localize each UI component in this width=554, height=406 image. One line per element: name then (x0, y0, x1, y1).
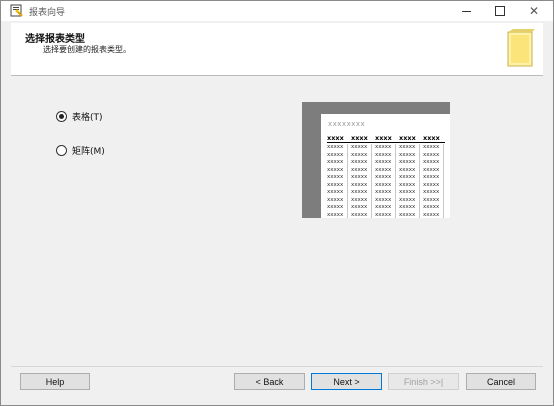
preview-cell: xxxxx (423, 174, 444, 182)
preview-cell: xxxxx (399, 181, 420, 189)
preview-cell: xxxxx (327, 181, 348, 189)
minimize-icon (461, 10, 471, 12)
preview-cell: xxxxx (399, 151, 420, 159)
report-wizard-window: 报表向导 ✕ 选择报表类型 选择要创建的报表类型。 表格(T) 矩阵(M) xx… (0, 0, 554, 406)
preview-cell: xxxxx (399, 159, 420, 167)
preview-row: xxxxx xxxxx xxxxx xxxxx xxxxx (327, 166, 445, 174)
preview-row: xxxxx xxxxx xxxxx xxxxx xxxxx (327, 189, 445, 197)
radio-matrix[interactable] (56, 144, 67, 156)
option-matrix-label: 矩阵(M) (72, 146, 105, 157)
preview-row: xxxxx xxxxx xxxxx xxxxx xxxxx (327, 144, 445, 152)
preview-row: xxxxx xxxxx xxxxx xxxxx xxxxx (327, 204, 445, 212)
preview-header-cell: xxxx (327, 134, 344, 142)
option-table[interactable]: 表格(T) (56, 109, 103, 123)
option-matrix[interactable]: 矩阵(M) (56, 143, 105, 157)
finish-button[interactable]: Finish >>| (388, 373, 459, 390)
preview-cell: xxxxx (327, 174, 348, 182)
preview-cell: xxxxx (375, 166, 396, 174)
preview-row: xxxxx xxxxx xxxxx xxxxx xxxxx (327, 211, 445, 218)
preview-cell: xxxxx (399, 144, 420, 152)
preview-header-cell: xxxx (351, 134, 368, 142)
preview-cell: xxxxx (399, 189, 420, 197)
cancel-button[interactable]: Cancel (466, 373, 536, 390)
radio-table[interactable] (56, 110, 67, 122)
next-button[interactable]: Next > (311, 373, 382, 390)
preview-cell: xxxxx (399, 204, 420, 212)
wizard-icon (10, 4, 23, 17)
preview-cell: xxxxx (399, 174, 420, 182)
page-title: 选择报表类型 (25, 34, 85, 45)
preview-cell: xxxxx (351, 204, 372, 212)
preview-header-cell: xxxx (375, 134, 392, 142)
page-subtitle: 选择要创建的报表类型。 (43, 45, 131, 54)
preview-cell: xxxxx (399, 166, 420, 174)
preview-body: xxxxx xxxxx xxxxx xxxxx xxxxx xxxxx xxxxx xxxxx… (327, 144, 445, 218)
preview-cell: xxxxx (375, 204, 396, 212)
preview-cell: xxxxx (399, 196, 420, 204)
preview-cell: xxxxx (375, 174, 396, 182)
preview-cell: xxxxx (327, 189, 348, 197)
preview-cell: xxxxx (375, 159, 396, 167)
report-document-icon (507, 29, 535, 67)
preview-cell: xxxxx (375, 151, 396, 159)
preview-header-cell: xxxx (399, 134, 416, 142)
preview-title: xxxxxxxx (328, 120, 366, 128)
preview-cell: xxxxx (327, 196, 348, 204)
preview-cell: xxxxx (375, 144, 396, 152)
footer-divider (11, 366, 543, 367)
preview-cell: xxxxx (375, 181, 396, 189)
preview-cell: xxxxx (423, 189, 444, 197)
preview-sheet: xxxxxxxx xxxx xxxx xxxx xxxx xxxx xxxxx x… (321, 114, 450, 218)
preview-cell: xxxxx (351, 151, 372, 159)
maximize-button[interactable] (483, 1, 517, 21)
window-title: 报表向导 (29, 8, 66, 18)
preview-cell: xxxxx (375, 211, 396, 218)
close-icon: ✕ (528, 4, 540, 18)
preview-cell: xxxxx (351, 211, 372, 218)
wizard-header: 选择报表类型 选择要创建的报表类型。 (11, 23, 543, 76)
preview-cell: xxxxx (399, 211, 420, 218)
preview-cell: xxxxx (327, 151, 348, 159)
preview-header-row: xxxx xxxx xxxx xxxx xxxx (327, 134, 445, 143)
preview-row: xxxxx xxxxx xxxxx xxxxx xxxxx (327, 151, 445, 159)
preview-cell: xxxxx (423, 159, 444, 167)
option-table-label: 表格(T) (72, 112, 103, 123)
preview-cell: xxxxx (351, 189, 372, 197)
preview-header-cell: xxxx (423, 134, 440, 142)
preview-cell: xxxxx (423, 211, 444, 218)
preview-row: xxxxx xxxxx xxxxx xxxxx xxxxx (327, 196, 445, 204)
preview-row: xxxxx xxxxx xxxxx xxxxx xxxxx (327, 159, 445, 167)
back-button[interactable]: < Back (234, 373, 305, 390)
preview-cell: xxxxx (423, 204, 444, 212)
preview-cell: xxxxx (327, 211, 348, 218)
preview-cell: xxxxx (423, 151, 444, 159)
preview-cell: xxxxx (375, 196, 396, 204)
preview-cell: xxxxx (351, 166, 372, 174)
preview-cell: xxxxx (351, 196, 372, 204)
preview-cell: xxxxx (327, 166, 348, 174)
preview-cell: xxxxx (423, 144, 444, 152)
preview-cell: xxxxx (351, 181, 372, 189)
minimize-button[interactable] (449, 1, 483, 21)
preview-cell: xxxxx (423, 196, 444, 204)
preview-cell: xxxxx (327, 144, 348, 152)
preview-cell: xxxxx (327, 159, 348, 167)
preview-cell: xxxxx (327, 204, 348, 212)
preview-cell: xxxxx (351, 144, 372, 152)
preview-cell: xxxxx (351, 174, 372, 182)
help-button[interactable]: Help (20, 373, 90, 390)
preview-cell: xxxxx (423, 166, 444, 174)
close-button[interactable]: ✕ (517, 1, 551, 21)
preview-cell: xxxxx (423, 181, 444, 189)
title-bar: 报表向导 ✕ (1, 1, 553, 21)
preview-row: xxxxx xxxxx xxxxx xxxxx xxxxx (327, 174, 445, 182)
preview-cell: xxxxx (375, 189, 396, 197)
preview-row: xxxxx xxxxx xxxxx xxxxx xxxxx (327, 181, 445, 189)
report-preview: xxxxxxxx xxxx xxxx xxxx xxxx xxxx xxxxx x… (302, 102, 450, 218)
maximize-icon (495, 6, 505, 16)
preview-cell: xxxxx (351, 159, 372, 167)
